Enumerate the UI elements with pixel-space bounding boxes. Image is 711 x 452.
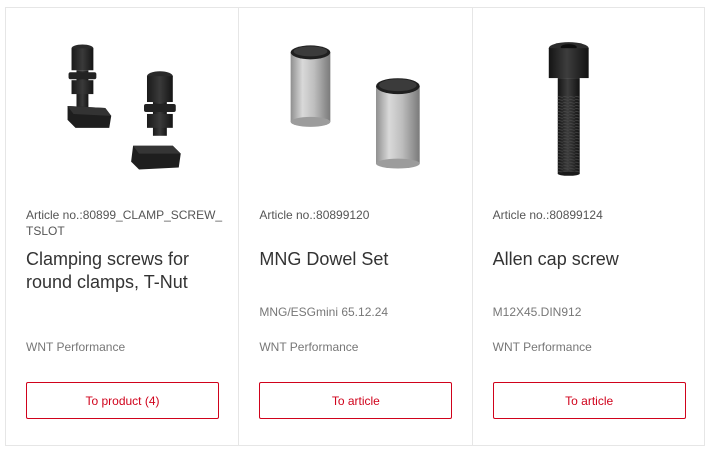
to-article-button[interactable]: To article [259,382,453,419]
to-article-button[interactable]: To article [492,382,686,419]
product-grid: Article no.:80899_CLAMP_SCREW_TSLOT Clam… [5,7,705,446]
article-number: Article no.:80899120 [259,208,370,222]
product-image[interactable] [6,36,238,176]
product-title[interactable]: Clamping screws for round clamps, T-Nut [26,248,226,294]
t-slot-clamping-screws-image [67,44,181,170]
product-image[interactable] [473,36,704,176]
product-image[interactable] [239,36,471,176]
product-card: Article no.:80899_CLAMP_SCREW_TSLOT Clam… [6,8,240,445]
product-title[interactable]: Allen cap screw [493,248,693,271]
product-brand: WNT Performance [26,340,126,354]
to-product-button[interactable]: To product (4) [26,382,219,419]
product-subline: MNG/ESGmini 65.12.24 [259,305,389,319]
article-number: Article no.:80899_CLAMP_SCREW_TSLOT [26,208,223,238]
product-card: Article no.:80899120 MNG Dowel Set MNG/E… [239,8,473,445]
product-title[interactable]: MNG Dowel Set [259,248,459,271]
product-card: Article no.:80899124 Allen cap screw M12… [473,8,704,445]
product-brand: WNT Performance [492,340,592,354]
article-number: Article no.:80899124 [492,208,603,222]
product-subline: M12X45.DIN912 [492,305,582,319]
product-brand: WNT Performance [259,340,359,354]
dowel-pins-image [290,45,421,169]
allen-cap-screw-image [548,42,589,176]
